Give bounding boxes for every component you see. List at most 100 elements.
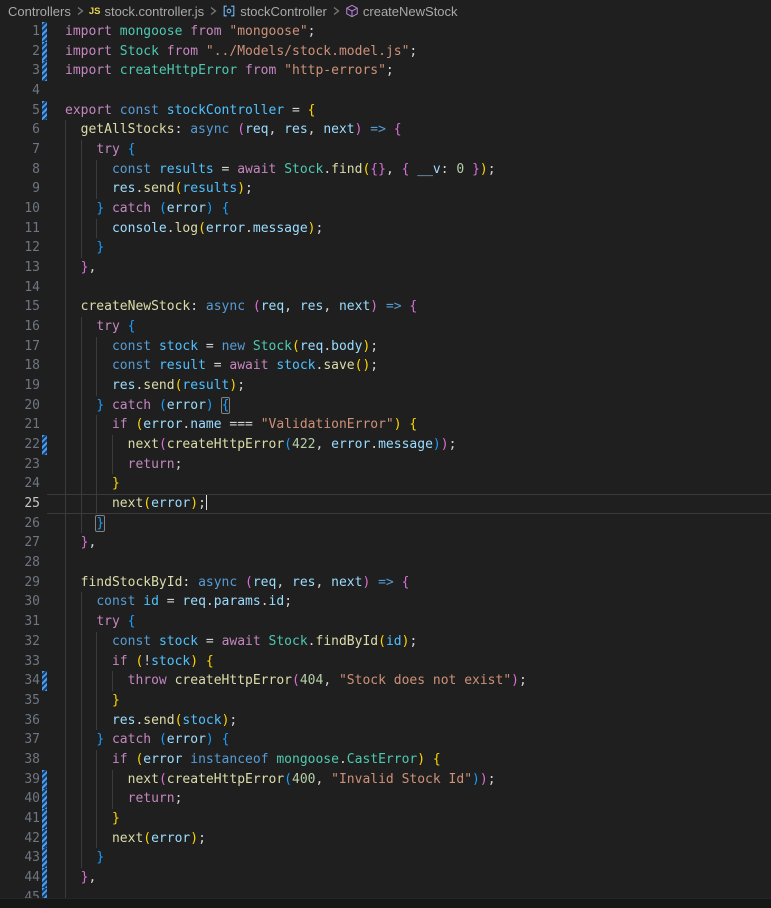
code-line[interactable]: 13 }, <box>0 258 771 278</box>
line-number[interactable]: 14 <box>0 278 40 298</box>
code-line[interactable]: 31 try { <box>0 612 771 632</box>
line-number[interactable]: 43 <box>0 848 40 868</box>
line-number[interactable]: 11 <box>0 219 40 239</box>
breadcrumb-item-stockcontroller[interactable]: stockController <box>222 4 327 19</box>
code-line[interactable]: 17 const stock = new Stock(req.body); <box>0 336 771 357</box>
line-number[interactable]: 22 <box>0 435 40 455</box>
line-number[interactable]: 8 <box>0 160 40 180</box>
line-number[interactable]: 41 <box>0 809 40 829</box>
line-number[interactable]: 2 <box>0 42 40 62</box>
code-line[interactable]: 30 const id = req.params.id; <box>0 592 771 613</box>
code-line[interactable]: 9 res.send(results); <box>0 179 771 200</box>
line-number[interactable]: 40 <box>0 789 40 809</box>
code-line[interactable]: 26 } <box>0 513 771 534</box>
code-editor[interactable]: 1 import mongoose from "mongoose"; 2 import… <box>0 22 771 908</box>
code-line[interactable]: 24 } <box>0 474 771 495</box>
horizontal-scrollbar[interactable] <box>0 898 771 908</box>
code-line[interactable]: 42 next(error); <box>0 828 771 849</box>
code-line[interactable]: 36 res.send(stock); <box>0 710 771 731</box>
line-number[interactable]: 24 <box>0 474 40 494</box>
line-number[interactable]: 9 <box>0 179 40 199</box>
line-number[interactable]: 27 <box>0 533 40 553</box>
line-number[interactable]: 18 <box>0 356 40 376</box>
line-number[interactable]: 38 <box>0 750 40 770</box>
code-line[interactable]: 11 console.log(error.message); <box>0 218 771 239</box>
code-line[interactable]: 27 }, <box>0 533 771 554</box>
line-number[interactable]: 36 <box>0 711 40 731</box>
code-line[interactable]: 18 const result = await stock.save(); <box>0 356 771 377</box>
code-line[interactable]: 20 } catch (error) { <box>0 395 771 416</box>
code-line[interactable]: 23 return; <box>0 454 771 475</box>
line-number[interactable]: 17 <box>0 337 40 357</box>
code-line[interactable]: 16 try { <box>0 317 771 337</box>
line-number[interactable]: 7 <box>0 140 40 160</box>
code-line[interactable]: 21 if (error.name === "ValidationError")… <box>0 415 771 436</box>
code-line[interactable]: 33 if (!stock) { <box>0 651 771 672</box>
code-line[interactable]: 10 } catch (error) { <box>0 199 771 219</box>
code-line[interactable]: 1 import mongoose from "mongoose"; <box>0 22 771 42</box>
line-number[interactable]: 19 <box>0 376 40 396</box>
breadcrumb-item-controllers[interactable]: Controllers <box>8 4 71 19</box>
line-number[interactable]: 33 <box>0 652 40 672</box>
line-number[interactable]: 3 <box>0 61 40 81</box>
line-number[interactable]: 20 <box>0 396 40 416</box>
line-number[interactable]: 23 <box>0 455 40 475</box>
code-line[interactable]: 19 res.send(result); <box>0 376 771 396</box>
code-line[interactable]: 41 } <box>0 808 771 829</box>
code-line[interactable]: 2 import Stock from "../Models/stock.mode… <box>0 41 771 62</box>
code-line[interactable]: 15 createNewStock: async (req, res, next… <box>0 297 771 318</box>
code-line[interactable]: 37 } catch (error) { <box>0 730 771 750</box>
code-token: { <box>127 319 136 335</box>
code-line[interactable]: 38 if (error instanceof mongoose.CastErr… <box>0 749 771 770</box>
code-line[interactable]: 43 } <box>0 848 771 868</box>
line-number[interactable]: 10 <box>0 199 40 219</box>
code-line[interactable]: 40 return; <box>0 789 771 809</box>
code-line[interactable]: 7 try { <box>0 140 771 160</box>
line-number[interactable]: 16 <box>0 317 40 337</box>
code-line[interactable]: 29 findStockById: async (req, res, next)… <box>0 572 771 593</box>
line-number[interactable]: 15 <box>0 297 40 317</box>
line-number[interactable]: 34 <box>0 671 40 691</box>
line-number[interactable]: 12 <box>0 238 40 258</box>
line-number[interactable]: 6 <box>0 120 40 140</box>
line-number[interactable]: 13 <box>0 258 40 278</box>
code-line[interactable]: 35 } <box>0 690 771 711</box>
line-number[interactable]: 42 <box>0 829 40 849</box>
line-number[interactable]: 44 <box>0 868 40 888</box>
line-number[interactable]: 37 <box>0 730 40 750</box>
breadcrumb-item-createnewstock[interactable]: createNewStock <box>345 4 458 19</box>
code-line[interactable]: 22 next(createHttpError(422, error.messa… <box>0 435 771 455</box>
line-number[interactable]: 1 <box>0 22 40 42</box>
code-token: ( <box>143 830 152 846</box>
code-line[interactable]: 25 next(error); <box>0 494 771 514</box>
code-token: catch <box>111 201 159 217</box>
code-line[interactable]: 34 throw createHttpError(404, "Stock doe… <box>0 671 771 691</box>
code-area: return; <box>47 789 771 809</box>
line-number[interactable]: 31 <box>0 612 40 632</box>
line-number[interactable]: 35 <box>0 691 40 711</box>
line-number[interactable]: 25 <box>0 494 40 514</box>
line-number[interactable]: 29 <box>0 573 40 593</box>
code-area: import createHttpError from "http-errors… <box>47 61 771 81</box>
code-line[interactable]: 32 const stock = await Stock.findById(id… <box>0 631 771 652</box>
line-number[interactable]: 32 <box>0 632 40 652</box>
code-line[interactable]: 5 export const stockController = { <box>0 100 771 121</box>
code-line[interactable]: 6 getAllStocks: async (req, res, next) =… <box>0 120 771 141</box>
code-line[interactable]: 3 import createHttpError from "http-error… <box>0 61 771 82</box>
code-line[interactable]: 4 <box>0 81 771 101</box>
code-line[interactable]: 14 <box>0 277 771 298</box>
line-number[interactable]: 21 <box>0 415 40 435</box>
code-line[interactable]: 39 next(createHttpError(400, "Invalid St… <box>0 769 771 790</box>
breadcrumb-item-file[interactable]: JS stock.controller.js <box>89 4 204 19</box>
code-line[interactable]: 28 <box>0 553 771 573</box>
line-number[interactable]: 26 <box>0 514 40 534</box>
line-number[interactable]: 4 <box>0 81 40 101</box>
code-line[interactable]: 12 } <box>0 238 771 259</box>
line-number[interactable]: 5 <box>0 101 40 121</box>
line-number[interactable]: 30 <box>0 592 40 612</box>
code-line[interactable]: 44 }, <box>0 867 771 888</box>
code-line[interactable]: 8 const results = await Stock.find({}, {… <box>0 159 771 180</box>
line-number[interactable]: 28 <box>0 553 40 573</box>
line-number[interactable]: 39 <box>0 770 40 790</box>
